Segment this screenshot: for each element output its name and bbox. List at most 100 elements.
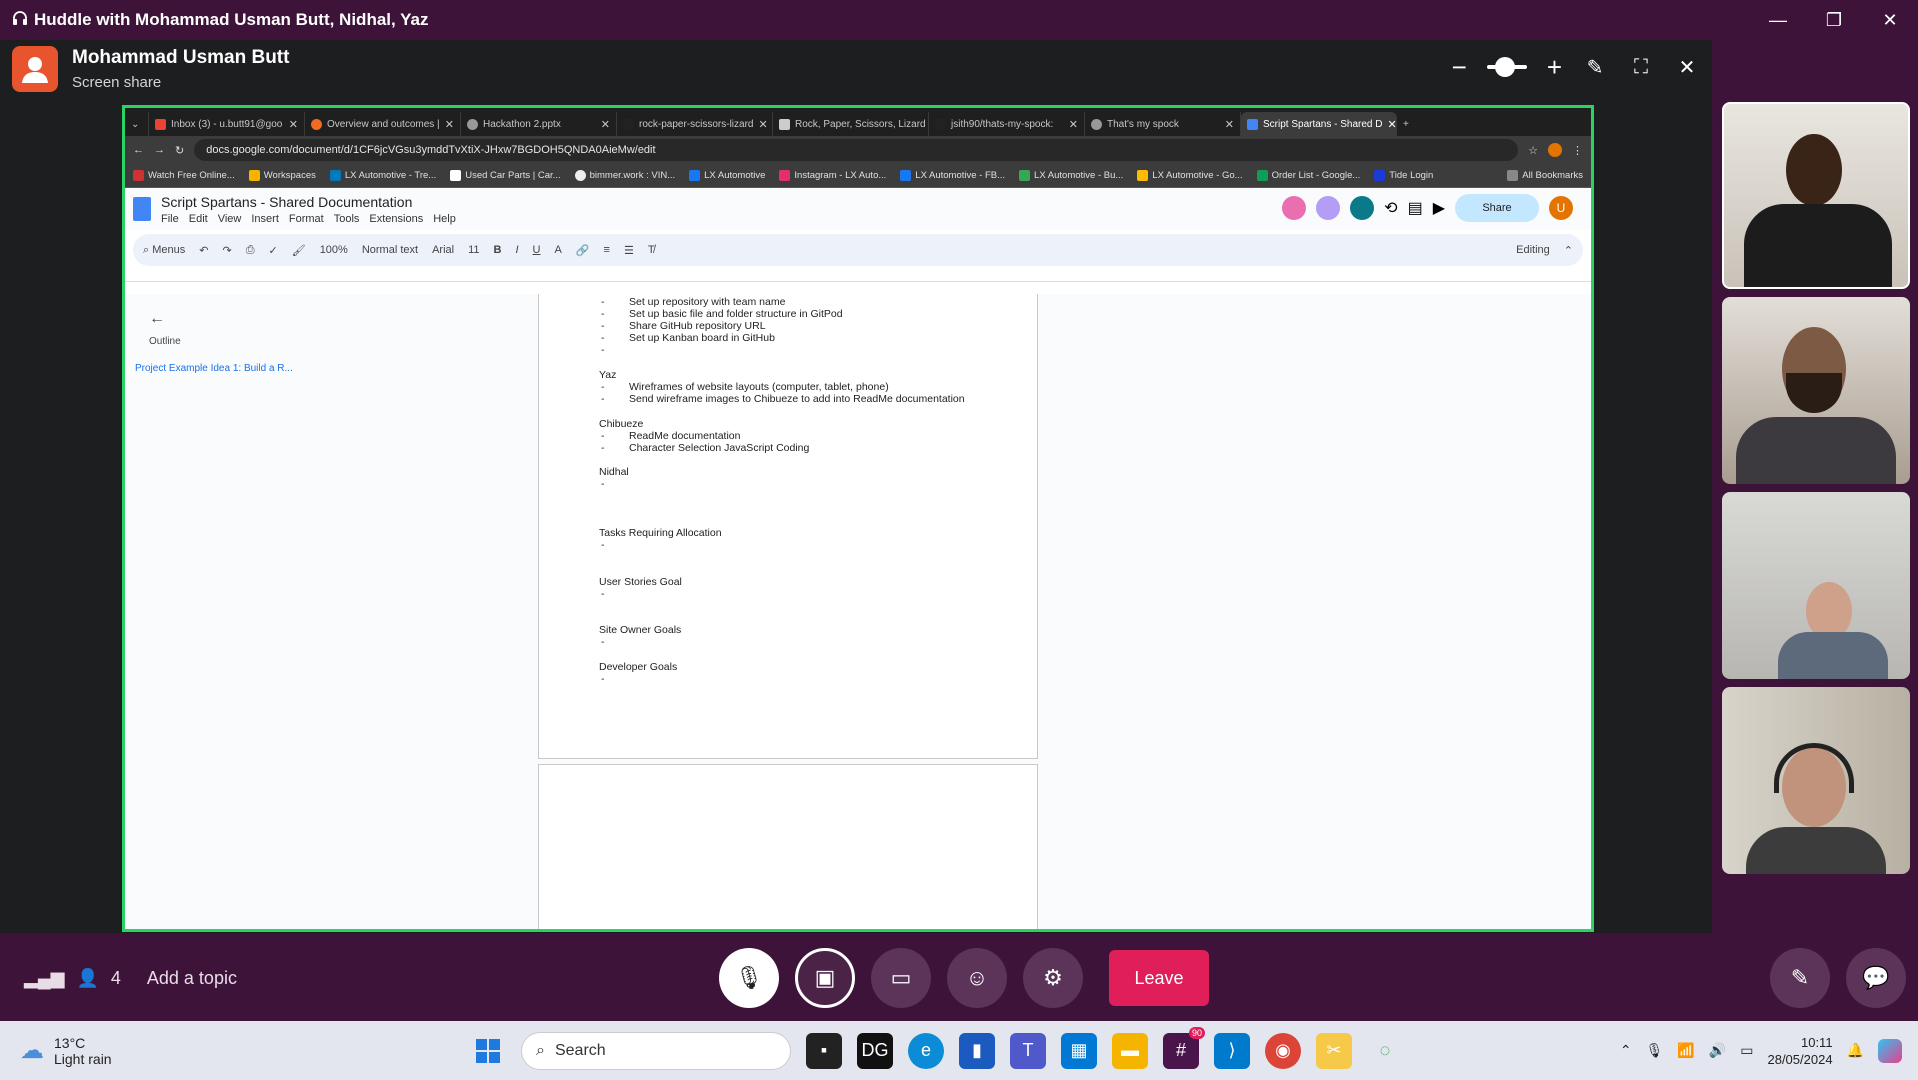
microphone-button[interactable]: 🎙: [719, 948, 779, 1008]
start-button[interactable]: [470, 1033, 506, 1069]
edge-icon[interactable]: e: [908, 1032, 944, 1069]
settings-button[interactable]: ⚙: [1023, 948, 1083, 1008]
link-icon[interactable]: 🔗: [576, 244, 590, 257]
collaborator-avatar[interactable]: [1282, 196, 1307, 220]
canvas-button[interactable]: ✎: [1770, 948, 1830, 1008]
reactions-button[interactable]: ☺: [947, 948, 1007, 1008]
bell-icon[interactable]: 🔔: [1847, 1042, 1864, 1059]
font-select[interactable]: Arial: [432, 244, 454, 256]
camera-button[interactable]: ▣: [795, 948, 855, 1008]
datagrip-icon[interactable]: DG: [857, 1032, 893, 1069]
profile-icon[interactable]: [1548, 143, 1562, 157]
signal-icon[interactable]: ▂▄▆: [24, 968, 64, 989]
user-avatar[interactable]: U: [1549, 196, 1573, 220]
comments-icon[interactable]: ▤: [1408, 198, 1423, 218]
align-icon[interactable]: ≡: [604, 244, 610, 256]
add-topic-button[interactable]: Add a topic: [147, 968, 237, 989]
vscode-icon[interactable]: ⟩: [1214, 1032, 1250, 1069]
share-button[interactable]: Share: [1455, 194, 1539, 222]
browser-tab-active[interactable]: Script Spartans - Shared D ✕: [1241, 112, 1397, 136]
menu-format[interactable]: Format: [289, 213, 324, 225]
participant-video[interactable]: [1722, 687, 1910, 874]
menu-view[interactable]: View: [218, 213, 242, 225]
back-icon[interactable]: ←: [133, 144, 144, 156]
microphone-tray-icon[interactable]: 🎙: [1646, 1042, 1664, 1059]
screen-share-button[interactable]: ▭: [871, 948, 931, 1008]
bookmark-item[interactable]: Used Car Parts | Car...: [450, 170, 561, 181]
history-icon[interactable]: ⟲: [1384, 198, 1397, 218]
undo-icon[interactable]: ↶: [199, 244, 208, 257]
teams-icon[interactable]: T: [1010, 1032, 1046, 1069]
text-color-icon[interactable]: A: [554, 244, 561, 256]
clock[interactable]: 10:11 28/05/2024: [1767, 1034, 1832, 1068]
zoom-in-button[interactable]: +: [1547, 54, 1562, 80]
new-tab-button[interactable]: +: [1397, 112, 1427, 136]
participants-icon[interactable]: 👤: [76, 968, 98, 989]
bookmark-item[interactable]: LX Automotive - Go...: [1137, 170, 1243, 181]
participant-video[interactable]: [1722, 492, 1910, 679]
store-icon[interactable]: ▦: [1061, 1032, 1097, 1069]
paint-format-icon[interactable]: 🖌: [292, 244, 306, 257]
participant-video[interactable]: [1722, 297, 1910, 484]
editing-mode-select[interactable]: Editing: [1516, 244, 1550, 256]
bookmark-item[interactable]: Watch Free Online...: [133, 170, 235, 181]
menu-file[interactable]: File: [161, 213, 179, 225]
leave-button[interactable]: Leave: [1109, 950, 1209, 1006]
zoom-out-button[interactable]: −: [1452, 54, 1467, 80]
participant-count[interactable]: 4: [111, 968, 121, 989]
tab-search-icon[interactable]: ⌄: [125, 112, 149, 136]
style-select[interactable]: Normal text: [362, 244, 418, 256]
minimize-button[interactable]: —: [1750, 0, 1806, 40]
browser-tab[interactable]: Inbox (3) - u.butt91@goo ✕: [149, 112, 305, 136]
menu-icon[interactable]: ⋮: [1572, 144, 1583, 157]
close-window-button[interactable]: ✕: [1862, 0, 1918, 40]
draw-off-icon[interactable]: ✎: [1582, 54, 1608, 80]
power-bi-icon[interactable]: ▮: [959, 1032, 995, 1069]
bookmark-item[interactable]: LX Automotive - FB...: [900, 170, 1005, 181]
task-view-icon[interactable]: ▪: [806, 1032, 842, 1069]
forward-icon[interactable]: →: [154, 144, 165, 156]
underline-icon[interactable]: U: [533, 244, 541, 256]
menu-help[interactable]: Help: [433, 213, 456, 225]
bookmark-item[interactable]: Order List - Google...: [1256, 170, 1360, 181]
bookmark-item[interactable]: LX Automotive - Tre...: [329, 170, 436, 181]
chrome-icon[interactable]: ◉: [1265, 1032, 1301, 1069]
file-explorer-icon[interactable]: ▬: [1112, 1032, 1148, 1069]
browser-tab[interactable]: rock-paper-scissors-lizard ✕: [617, 112, 773, 136]
browser-tab[interactable]: Hackathon 2.pptx ✕: [461, 112, 617, 136]
taskbar-search[interactable]: ⌕ Search: [521, 1031, 791, 1070]
docs-logo-icon[interactable]: [133, 197, 151, 221]
clear-format-icon[interactable]: T̸: [648, 244, 655, 256]
redo-icon[interactable]: ↷: [222, 244, 231, 257]
volume-icon[interactable]: 🔊: [1709, 1042, 1726, 1059]
close-share-icon[interactable]: ✕: [1674, 54, 1700, 80]
star-icon[interactable]: ☆: [1528, 144, 1538, 157]
browser-tab[interactable]: jsith90/thats-my-spock: ✕: [929, 112, 1085, 136]
doc-title[interactable]: Script Spartans - Shared Documentation: [161, 194, 456, 210]
outline-item[interactable]: Project Example Idea 1: Build a R...: [135, 363, 293, 374]
bookmark-item[interactable]: bimmer.work : VIN...: [574, 170, 675, 181]
slack-icon[interactable]: #90: [1163, 1026, 1205, 1069]
weather-widget[interactable]: ☁ 13°C Light rain: [20, 1035, 112, 1067]
battery-icon[interactable]: ▭: [1740, 1042, 1753, 1059]
print-icon[interactable]: ⎙: [246, 244, 255, 257]
wifi-icon[interactable]: 📶: [1677, 1042, 1694, 1059]
spellcheck-icon[interactable]: ✓: [269, 244, 278, 257]
collaborator-avatar[interactable]: [1350, 196, 1375, 220]
back-arrow-icon[interactable]: ←: [149, 310, 293, 328]
menu-edit[interactable]: Edit: [189, 213, 208, 225]
browser-tab[interactable]: That's my spock ✕: [1085, 112, 1241, 136]
chevron-up-icon[interactable]: ⌃: [1620, 1042, 1632, 1059]
restore-button[interactable]: ❐: [1806, 0, 1862, 40]
bold-icon[interactable]: B: [494, 244, 502, 256]
bookmark-item[interactable]: LX Automotive: [689, 170, 765, 181]
participant-video[interactable]: [1722, 102, 1910, 289]
snipping-tool-icon[interactable]: ✂: [1316, 1032, 1352, 1069]
bookmark-item[interactable]: LX Automotive - Bu...: [1019, 170, 1123, 181]
copilot-icon[interactable]: [1878, 1038, 1902, 1063]
italic-icon[interactable]: I: [515, 244, 518, 256]
menu-tools[interactable]: Tools: [334, 213, 360, 225]
reload-icon[interactable]: ↻: [175, 144, 184, 157]
browser-tab[interactable]: Rock, Paper, Scissors, Lizard✕: [773, 112, 929, 136]
bookmark-item[interactable]: Workspaces: [248, 170, 316, 181]
